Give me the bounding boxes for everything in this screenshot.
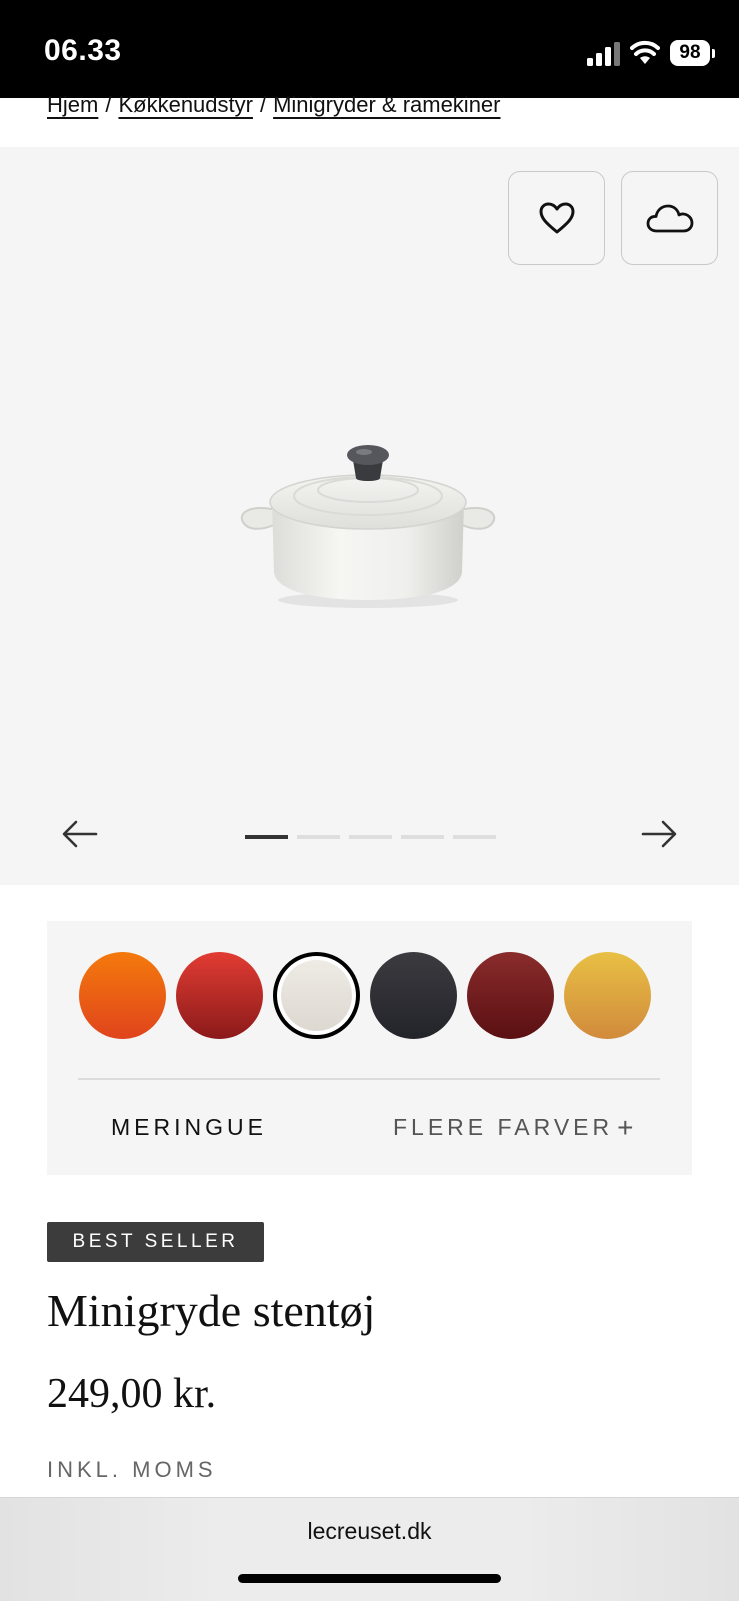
battery-tip: [712, 49, 715, 58]
wifi-icon: [630, 40, 660, 64]
cloud-save-button[interactable]: [621, 171, 718, 265]
cellular-signal-icon: [587, 42, 620, 66]
url-text[interactable]: lecreuset.dk: [0, 1518, 739, 1545]
color-swatch-red[interactable]: [176, 952, 263, 1039]
vat-note: INKL. MOMS: [47, 1457, 217, 1482]
more-colors-button[interactable]: FLERE FARVER +: [393, 1111, 634, 1143]
gallery-dot[interactable]: [245, 835, 288, 839]
breadcrumb-separator: /: [105, 92, 112, 117]
previous-image-arrow-icon[interactable]: [62, 819, 98, 849]
color-selector: MERINGUE FLERE FARVER +: [47, 921, 692, 1175]
product-price: 249,00 kr.: [47, 1371, 217, 1417]
home-indicator: [238, 1574, 501, 1583]
selected-color-name: MERINGUE: [111, 1114, 267, 1140]
product-title: Minigryde stentøj: [47, 1285, 376, 1336]
more-colors-label: FLERE FARVER: [393, 1114, 614, 1140]
color-swatch-meringue[interactable]: [273, 952, 360, 1039]
browser-address-bar[interactable]: lecreuset.dk: [0, 1497, 739, 1601]
color-swatch-black[interactable]: [370, 952, 457, 1039]
divider: [78, 1078, 660, 1080]
plus-icon: +: [617, 1111, 634, 1143]
gallery-dot[interactable]: [453, 835, 496, 839]
breadcrumb-separator: /: [259, 92, 267, 117]
breadcrumb: Hjem / Køkkenudstyr / Minigryder & ramekiner: [47, 92, 501, 122]
battery-indicator: 98: [670, 40, 716, 68]
gallery-pagination: [245, 835, 496, 839]
status-bar: 06.33 98: [0, 0, 739, 98]
product-image-mini-cocotte: [240, 445, 496, 608]
gallery-dot[interactable]: [297, 835, 340, 839]
breadcrumb-mini-pots[interactable]: Minigryder & ramekiner: [273, 92, 500, 117]
status-time: 06.33: [44, 34, 122, 67]
next-image-arrow-icon[interactable]: [641, 819, 677, 849]
product-gallery[interactable]: [0, 147, 739, 885]
breadcrumb-home[interactable]: Hjem: [47, 92, 98, 117]
color-swatch-burgundy[interactable]: [467, 952, 554, 1039]
cloud-icon: [646, 204, 693, 233]
heart-icon: [539, 202, 574, 234]
breadcrumb-kitchenware[interactable]: Køkkenudstyr: [118, 92, 253, 117]
color-swatch-yellow[interactable]: [564, 952, 651, 1039]
gallery-dot[interactable]: [349, 835, 392, 839]
best-seller-badge: BEST SELLER: [47, 1222, 264, 1262]
wishlist-button[interactable]: [508, 171, 605, 265]
gallery-dot[interactable]: [401, 835, 444, 839]
battery-level: 98: [670, 40, 710, 66]
color-swatch-orange[interactable]: [79, 952, 166, 1039]
